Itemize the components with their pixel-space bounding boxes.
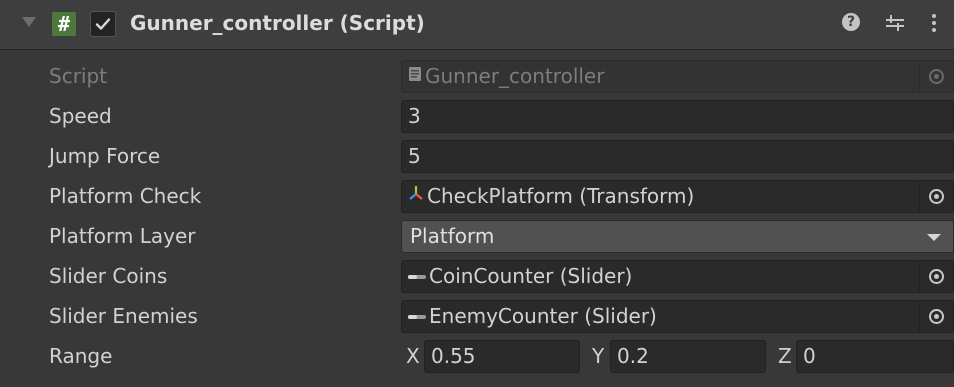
platform-layer-value: Platform <box>410 224 495 248</box>
script-label: Script <box>49 64 108 88</box>
range-y-input[interactable]: 0.2 <box>610 340 766 373</box>
range-x-label[interactable]: X <box>406 344 420 368</box>
jump-force-input[interactable]: 5 <box>401 140 954 173</box>
jump-force-label: Jump Force <box>49 144 161 168</box>
platform-check-value: CheckPlatform (Transform) <box>427 184 695 208</box>
platform-layer-row: Platform Layer Platform <box>0 216 954 256</box>
slider-coins-field[interactable]: CoinCounter (Slider) <box>401 260 954 293</box>
speed-row: Speed 3 <box>0 96 954 136</box>
object-picker-icon[interactable] <box>919 261 953 292</box>
platform-layer-label: Platform Layer <box>49 224 196 248</box>
enable-checkbox[interactable] <box>90 11 116 37</box>
range-row: Range X 0.55 Y 0.2 Z 0 <box>0 336 954 376</box>
slider-enemies-row: Slider Enemies EnemyCounter (Slider) <box>0 296 954 336</box>
presets-icon[interactable] <box>884 12 906 38</box>
checkmark-icon <box>95 18 111 30</box>
object-picker-icon <box>919 61 953 92</box>
slider-component-icon <box>408 301 426 331</box>
slider-component-icon <box>408 261 426 291</box>
range-label: Range <box>49 344 113 368</box>
range-z-input[interactable]: 0 <box>796 340 954 373</box>
slider-coins-value: CoinCounter (Slider) <box>429 264 633 288</box>
object-picker-icon[interactable] <box>919 181 953 212</box>
platform-check-row: Platform Check CheckPlatform (Transform) <box>0 176 954 216</box>
speed-label: Speed <box>49 104 112 128</box>
help-icon[interactable]: ? <box>842 13 860 31</box>
script-row: Script Gunner_controller <box>0 56 954 96</box>
script-value: Gunner_controller <box>425 64 605 88</box>
transform-icon <box>408 181 424 211</box>
slider-enemies-field[interactable]: EnemyCounter (Slider) <box>401 300 954 333</box>
script-asset-icon <box>408 61 422 91</box>
script-field: Gunner_controller <box>401 60 954 93</box>
dropdown-caret-icon <box>927 234 941 241</box>
range-z-label[interactable]: Z <box>778 344 792 368</box>
kebab-menu-icon[interactable] <box>930 12 938 38</box>
object-picker-icon[interactable] <box>919 301 953 332</box>
fold-arrow-icon[interactable] <box>22 17 36 27</box>
slider-enemies-value: EnemyCounter (Slider) <box>429 304 657 328</box>
speed-input[interactable]: 3 <box>401 100 954 133</box>
platform-check-label: Platform Check <box>49 184 202 208</box>
inspector-component: # Gunner_controller (Script) ? Script Gu… <box>0 0 954 387</box>
slider-enemies-label: Slider Enemies <box>49 304 198 328</box>
range-y-label[interactable]: Y <box>592 344 604 368</box>
slider-coins-label: Slider Coins <box>49 264 168 288</box>
component-title: Gunner_controller (Script) <box>130 11 425 35</box>
csharp-script-icon: # <box>52 12 76 36</box>
platform-check-field[interactable]: CheckPlatform (Transform) <box>401 180 954 213</box>
jump-force-row: Jump Force 5 <box>0 136 954 176</box>
component-header[interactable]: # Gunner_controller (Script) ? <box>0 0 954 50</box>
platform-layer-dropdown[interactable]: Platform <box>401 220 954 253</box>
range-x-input[interactable]: 0.55 <box>424 340 580 373</box>
slider-coins-row: Slider Coins CoinCounter (Slider) <box>0 256 954 296</box>
